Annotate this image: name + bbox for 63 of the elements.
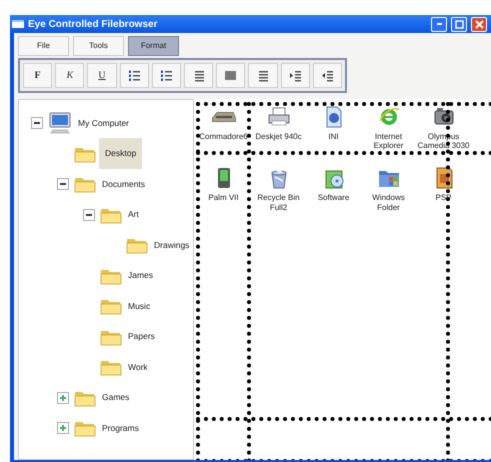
maximize-button[interactable] — [451, 16, 467, 32]
file-label[interactable]: Software — [318, 193, 350, 203]
tree-item[interactable]: James — [125, 267, 156, 284]
folder-icon — [74, 419, 96, 438]
plus-icon — [60, 394, 66, 401]
folder-icon — [126, 236, 148, 254]
file-label[interactable]: Windows Folder — [362, 193, 416, 212]
bullet-list-button[interactable] — [120, 63, 149, 88]
tree-item[interactable]: Drawings — [151, 236, 192, 254]
collapse-toggle[interactable] — [31, 117, 43, 130]
tree-item[interactable]: Programs — [99, 420, 142, 437]
file-label[interactable]: Palm VII — [208, 193, 239, 203]
minus-icon — [34, 122, 40, 124]
expand-toggle[interactable] — [57, 392, 69, 404]
folder-icon — [100, 358, 122, 376]
minimize-icon — [436, 23, 442, 25]
folder-icon — [74, 175, 96, 194]
tree-item[interactable]: Desktop — [99, 138, 142, 170]
file-label[interactable]: Recycle Bin Full2 — [252, 193, 306, 212]
numbered-list-button[interactable] — [152, 63, 182, 88]
close-icon — [474, 20, 484, 28]
plus-icon — [60, 425, 66, 432]
file-label[interactable]: Deskjet 940c — [255, 132, 302, 142]
tree-item[interactable]: Documents — [99, 176, 148, 193]
minus-icon — [60, 183, 66, 186]
menu-tab[interactable]: Format — [128, 36, 179, 56]
underline-button[interactable]: U — [87, 63, 117, 88]
align-right-icon — [192, 69, 206, 82]
file-label[interactable]: INI — [328, 132, 339, 142]
maximize-icon — [454, 20, 464, 28]
numbered-list-icon — [160, 69, 173, 82]
align-center-button[interactable] — [248, 63, 278, 88]
italic-button[interactable]: K — [55, 63, 84, 88]
menu-tab[interactable]: Tools — [73, 36, 124, 56]
collapse-toggle[interactable] — [57, 178, 69, 190]
indent-button[interactable] — [280, 63, 310, 88]
tree-item[interactable]: Music — [125, 298, 154, 315]
tree-item[interactable]: My Computer — [75, 114, 132, 132]
tree-item[interactable]: Papers — [125, 328, 158, 346]
close-button[interactable] — [471, 16, 487, 32]
window-title: Eye Controlled Filebrowser — [28, 18, 158, 32]
menu-tab[interactable]: File — [18, 36, 69, 56]
tree-item[interactable]: Art — [125, 206, 142, 224]
bullet-list-icon — [128, 69, 141, 82]
file-label[interactable]: Commadore6 — [199, 132, 248, 142]
indent-icon — [288, 69, 302, 82]
expand-toggle[interactable] — [57, 422, 69, 434]
file-label[interactable]: Internet Explorer — [362, 132, 416, 150]
outdent-icon — [320, 69, 334, 82]
justify-button[interactable] — [216, 63, 246, 88]
computer-icon — [212, 112, 236, 122]
tree-item[interactable]: Work — [125, 358, 151, 376]
outdent-button[interactable] — [312, 63, 342, 88]
tree-item[interactable]: Games — [99, 389, 132, 406]
folder-icon — [100, 297, 122, 316]
computer-icon — [48, 112, 72, 134]
window-icon — [12, 20, 24, 28]
collapse-toggle[interactable] — [83, 208, 95, 221]
minus-icon — [86, 214, 92, 216]
align-right-button[interactable] — [184, 63, 214, 88]
align-center-icon — [256, 69, 270, 82]
bold-button[interactable]: F — [23, 63, 52, 88]
minimize-button[interactable] — [431, 16, 447, 32]
